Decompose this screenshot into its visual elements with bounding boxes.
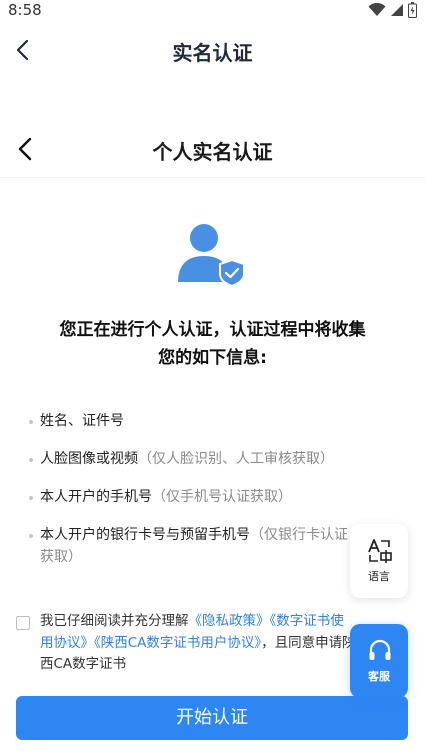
page-header: 个人实名认证 <box>0 120 425 178</box>
info-item-note: （仅人脸识别、人工审核获取） <box>138 451 334 467</box>
start-verification-button[interactable]: 开始认证 <box>16 696 408 740</box>
language-float-button[interactable]: 语言 <box>350 524 408 598</box>
info-item-bank: 本人开户的银行卡号与预留手机号（仅银行卡认证获取） <box>26 524 361 568</box>
consent-checkbox[interactable] <box>16 616 30 630</box>
info-item-face: 人脸图像或视频（仅人脸识别、人工审核获取） <box>26 448 361 470</box>
headset-icon <box>369 639 391 660</box>
info-item-label: 人脸图像或视频 <box>40 451 138 467</box>
collection-heading: 您正在进行个人认证，认证过程中将收集 您的如下信息: <box>20 316 405 372</box>
info-item-label: 本人开户的银行卡号与预留手机号 <box>40 527 250 543</box>
status-bar: 8:58 <box>0 0 425 22</box>
consent-block: 我已仔细阅读并充分理解《隐私政策》《数字证书使用协议》《陕西CA数字证书用户协议… <box>16 611 356 676</box>
privacy-policy-link[interactable]: 《隐私政策》 <box>189 613 270 629</box>
heading-line1: 您正在进行个人认证，认证过程中将收集 <box>59 320 366 340</box>
battery-icon <box>408 2 417 18</box>
info-item-label: 本人开户的手机号 <box>40 489 152 505</box>
status-icons <box>368 2 417 18</box>
signal-icon <box>391 4 403 16</box>
person-verified-icon <box>178 224 245 286</box>
info-item-phone: 本人开户的手机号（仅手机号认证获取） <box>26 486 361 508</box>
customer-service-label: 客服 <box>368 670 390 683</box>
wifi-icon <box>368 3 386 16</box>
shaanxi-ca-user-agreement-link[interactable]: 《陕西CA数字证书用户协议》 <box>94 635 261 651</box>
translate-icon <box>368 539 392 563</box>
heading-line2: 您的如下信息: <box>158 348 267 368</box>
consent-prefix: 我已仔细阅读并充分理解 <box>40 613 189 629</box>
info-list: 姓名、证件号 人脸图像或视频（仅人脸识别、人工审核获取） 本人开户的手机号（仅手… <box>26 410 361 584</box>
app-title: 实名认证 <box>172 41 253 65</box>
info-item-label: 姓名、证件号 <box>40 413 124 429</box>
info-item-note: （仅手机号认证获取） <box>152 489 292 505</box>
page-title: 个人实名认证 <box>152 140 273 164</box>
consent-text: 我已仔细阅读并充分理解《隐私政策》《数字证书使用协议》《陕西CA数字证书用户协议… <box>16 611 356 676</box>
customer-service-float-button[interactable]: 客服 <box>350 624 408 698</box>
language-label: 语言 <box>368 570 390 583</box>
app-header: 实名认证 <box>0 24 425 78</box>
info-item-name-id: 姓名、证件号 <box>26 410 361 432</box>
status-time: 8:58 <box>8 1 42 19</box>
